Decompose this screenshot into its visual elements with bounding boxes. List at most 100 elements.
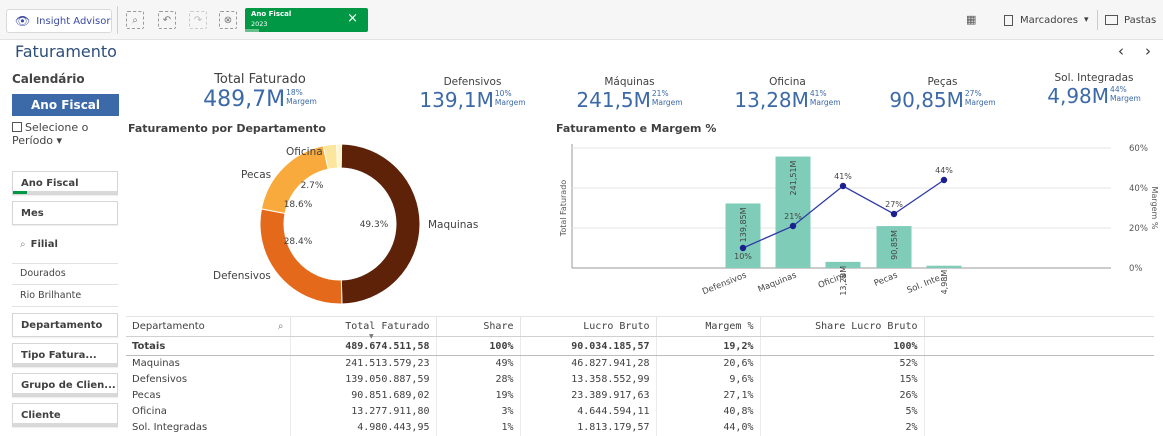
kpi-margin-pct: 41% [809,89,827,98]
step-forward-icon[interactable]: ↷ [189,11,207,29]
kpi-total-faturado[interactable]: Total Faturado 489,7M 18% Margem [190,72,330,112]
smart-search-icon[interactable]: ⌕ [126,11,144,29]
filter-cliente[interactable]: Cliente [12,403,118,427]
bar[interactable] [926,265,962,268]
close-icon[interactable]: × [347,11,358,26]
search-icon: ⌕ [20,239,26,250]
fiscal-year-button[interactable]: Ano Fiscal [12,94,119,116]
selection-chip-ano-fiscal[interactable]: Ano Fiscal 2023 × [245,8,368,32]
donut-slice[interactable] [259,208,343,305]
line-point[interactable] [789,222,797,230]
kpi-margin-label: Margem [1110,94,1141,103]
table-row[interactable]: Oficina 13.277.911,80 3% 4.644.594,11 40,8% 5… [126,403,1154,420]
filter-departamento[interactable]: Departamento [12,313,118,337]
column-header[interactable]: Share [436,316,521,337]
column-header[interactable]: Lucro Bruto [520,316,657,337]
y2-tick-label: 60% [1129,144,1148,154]
data-table: ▼ Departamento ⌕ Total Faturado Share Luc… [126,316,1163,436]
filial-search[interactable]: ⌕ Filial [20,239,58,250]
list-item[interactable]: Dourados [20,268,66,279]
selection-progress [245,29,259,32]
table-cell-empty [924,356,1154,372]
line-value-label: 41% [834,172,852,181]
table-row[interactable]: Sol. Integradas 4.980.443,95 1% 1.813.179,5… [126,419,1154,436]
donut-slice[interactable] [336,143,343,169]
search-icon[interactable]: ⌕ [278,321,284,332]
filter-track [13,393,117,396]
calendar-title: Calendário [12,72,85,86]
donut-chart[interactable]: 49.3% Maquinas 28.4% Defensivos 18.6% Pecas 2.… [128,138,528,308]
line-point[interactable] [890,210,898,218]
table-row[interactable]: Defensivos 139.050.887,59 28% 13.358.552,99… [126,371,1154,388]
table-row[interactable]: Pecas 90.851.689,02 19% 23.389.917,63 27,1% 2… [126,387,1154,404]
combo-chart[interactable]: Total Faturado 60% 40% 20% 0% Margem % 139,85M… [556,140,1163,310]
table-cell: 44,0% [656,419,761,436]
filter-label: Tipo Fatura... [21,350,97,361]
kpi-label: Máquinas [604,76,655,88]
kpi-margin-pct: 10% [494,89,512,98]
bookmarks-button[interactable]: Marcadores ▾ [1004,9,1089,31]
kpi-defensivos[interactable]: Defensivos 139,1M 10% Margem [410,76,535,111]
filter-tipo-faturamento[interactable]: Tipo Fatura... [12,343,118,367]
table-cell: Oficina [126,403,291,420]
combo-title: Faturamento e Margem % [556,122,717,135]
list-item[interactable]: Rio Brilhante [20,290,81,301]
kpi-oficina[interactable]: Oficina 13,28M 41% Margem [725,76,850,111]
column-header[interactable]: Total Faturado [290,316,437,337]
donut-category-label: Maquinas [428,219,478,231]
totals-row[interactable]: Totais 489.674.511,58 100% 90.034.185,57 19,… [126,336,1154,356]
kpi-margin-label: Margem [651,98,683,107]
kpi-amount: 139,1M [419,88,494,112]
clear-selections-icon[interactable]: ⊗ [219,11,237,29]
kpi-amount: 90,85M [889,88,964,112]
table-cell: 2% [760,419,925,436]
kpi-margin: 27% Margem [965,89,996,107]
period-selector[interactable]: Selecione o Período ▾ [12,121,88,147]
kpi-amount: 489,7M [203,87,286,112]
previous-sheet-button[interactable]: ‹ [1118,42,1124,60]
kpi-margin-pct: 27% [964,89,982,98]
selection-value: 2023 [251,20,268,28]
folders-button[interactable]: Pastas [1105,9,1156,31]
column-header[interactable]: Departamento ⌕ [126,316,291,337]
donut-pct-label: 49.3% [360,220,389,230]
x-tick-label: Defensivos [701,270,749,297]
filter-label: Cliente [21,410,61,421]
bar-value-label: 139,85M [739,207,748,242]
table-cell: 20,6% [656,355,761,372]
kpi-maquinas[interactable]: Máquinas 241,5M 21% Margem [567,76,692,111]
column-header[interactable]: Margem % [656,316,761,337]
table-row[interactable]: Maquinas 241.513.579,23 49% 46.827.941,28 20… [126,355,1154,372]
margin-line [742,179,945,249]
next-sheet-button[interactable]: › [1145,42,1151,60]
filter-ano-fiscal[interactable]: Ano Fiscal [12,171,118,195]
insight-advisor-button[interactable]: 👁 Insight Advisor [6,9,112,33]
filter-label: Mes [21,208,44,219]
kpi-margin: 10% Margem [495,89,526,107]
table-cell: 19% [436,387,521,404]
table-cell: Totais [126,336,291,356]
column-header[interactable]: Share Lucro Bruto [760,316,925,337]
filter-grupo-cliente[interactable]: Grupo de Clien... [12,373,118,397]
kpi-margin-label: Margem [809,98,841,107]
kpi-sol-integradas[interactable]: Sol. Integradas 4,98M 44% Margem [1030,72,1158,107]
step-back-icon[interactable]: ↶ [158,11,176,29]
filial-label: Filial [30,239,58,250]
kpi-label: Peças [927,76,958,88]
kpi-pecas[interactable]: Peças 90,85M 27% Margem [880,76,1005,111]
divider [12,263,118,264]
line-point[interactable] [739,244,747,252]
donut-pct-label: 18.6% [284,200,313,210]
filter-mes[interactable]: Mes [12,201,118,225]
column-header-empty [924,316,1154,337]
line-value-label: 10% [734,252,752,261]
y-axis-label: Total Faturado [559,180,568,237]
kpi-margin-label: Margem [494,98,526,107]
filter-label: Grupo de Clien... [21,380,116,391]
line-point[interactable] [839,182,847,190]
line-point[interactable] [940,176,948,184]
kpi-margin: 44% Margem [1110,85,1141,103]
grid-icon[interactable]: ▦ [966,13,976,26]
bar-value-label: 90,85M [890,230,899,260]
table-cell: 100% [760,336,925,356]
